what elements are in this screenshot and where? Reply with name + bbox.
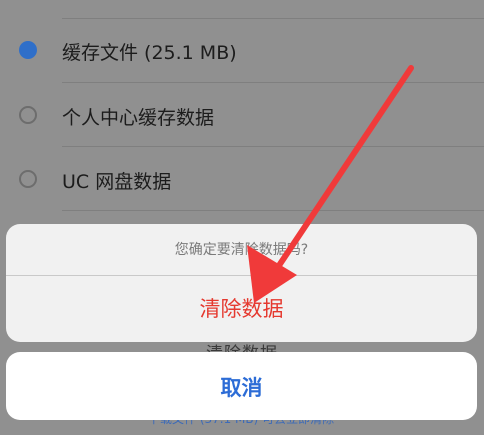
watermark-brand: Bai	[367, 392, 400, 413]
annotation-arrow-icon	[247, 65, 414, 303]
baidu-jingyan-watermark: Bai ❀ 经验	[367, 392, 477, 428]
watermark-sub: 经验	[435, 397, 463, 413]
paw-icon: ❀	[402, 394, 414, 410]
